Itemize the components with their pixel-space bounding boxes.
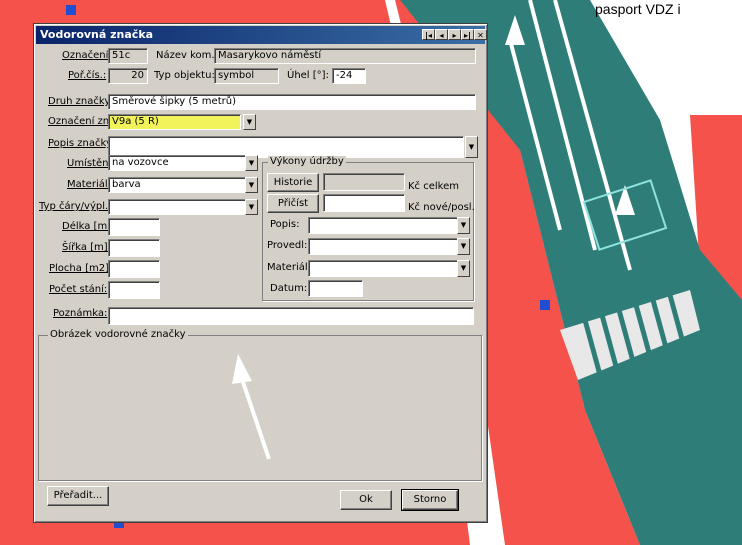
chevron-down-icon[interactable]: ▼	[245, 199, 258, 215]
delka-label: Délka [m]:	[62, 221, 115, 232]
vodorovna-znacka-dialog: Vodorovná značka |◂ ◂ ▸ ▸| ✕ Označení: 5…	[33, 23, 488, 523]
poznamka-field[interactable]	[108, 307, 474, 325]
vykony-material-select[interactable]	[308, 260, 458, 277]
vykony-datum-field[interactable]	[308, 280, 363, 297]
material-select[interactable]: barva	[108, 177, 246, 193]
pocet-stani-field[interactable]	[108, 281, 160, 299]
kc-celkem-field[interactable]	[323, 173, 405, 191]
dialog-title: Vodorovná značka	[40, 28, 154, 41]
vykony-popis-select[interactable]	[308, 217, 458, 234]
uhel-field[interactable]: -24	[332, 68, 366, 84]
material-label: Materiál:	[67, 179, 111, 190]
chevron-down-icon[interactable]: ▼	[457, 260, 470, 277]
map-marker-3	[66, 5, 76, 15]
chevron-down-icon[interactable]: ▼	[245, 177, 258, 193]
popis-znacky-label: Popis značky:	[48, 138, 115, 149]
sirka-field[interactable]	[108, 239, 160, 257]
nazev-label: Název kom.:	[156, 50, 218, 61]
vykony-provedl-label: Provedl:	[267, 240, 308, 251]
chevron-down-icon[interactable]: ▼	[243, 114, 256, 130]
dialog-titlebar: Vodorovná značka |◂ ◂ ▸ ▸| ✕	[36, 26, 487, 44]
vykony-material-label: Materiál:	[267, 262, 311, 273]
vykony-provedl-select[interactable]	[308, 238, 458, 255]
umisteni-select[interactable]: na vozovce	[108, 155, 246, 171]
historie-button[interactable]: Historie	[267, 173, 319, 192]
map-marker-2	[540, 300, 550, 310]
poznamka-label: Poznámka:	[53, 308, 108, 319]
plocha-field[interactable]	[108, 260, 160, 278]
kc-nove-field[interactable]	[323, 194, 405, 212]
chevron-down-icon[interactable]: ▼	[457, 238, 470, 255]
storno-button[interactable]: Storno	[401, 489, 459, 511]
typ-cary-label: Typ čáry/výpl.:	[39, 201, 112, 212]
pocet-stani-label: Počet stání:	[49, 284, 108, 295]
typ-objektu-label: Typ objektu:	[154, 70, 215, 81]
por-cis-label: Poř.čís.:	[68, 70, 107, 81]
ok-button[interactable]: Ok	[340, 490, 392, 510]
last-record-icon[interactable]: ▸|	[461, 29, 474, 40]
plocha-label: Plocha [m2]:	[49, 263, 113, 274]
kc-celkem-label: Kč celkem	[408, 181, 459, 192]
oznaceni-field[interactable]: 51c	[108, 48, 148, 64]
druh-znacky-field[interactable]: Směrové šipky (5 metrů)	[108, 94, 476, 110]
pricist-button[interactable]: Přičíst	[267, 194, 319, 213]
delka-field[interactable]	[108, 218, 160, 236]
uhel-label: Úhel [°]:	[287, 70, 329, 81]
vykony-datum-label: Datum:	[270, 283, 308, 294]
next-record-icon[interactable]: ▸	[448, 29, 461, 40]
vykony-udrzby-title: Výkony údržby	[268, 156, 346, 168]
obrazek-title: Obrázek vodorovné značky	[48, 329, 188, 341]
chevron-down-icon[interactable]: ▼	[245, 155, 258, 171]
chevron-down-icon[interactable]: ▼	[457, 217, 470, 234]
preradit-button[interactable]: Přeřadit...	[47, 486, 109, 506]
por-cis-field[interactable]: 20	[108, 68, 148, 84]
typ-objektu-field[interactable]: symbol	[214, 68, 279, 84]
chevron-down-icon[interactable]: ▼	[465, 136, 478, 158]
typ-cary-select[interactable]	[108, 199, 246, 215]
header-fragment: pasport VDZ i	[595, 1, 681, 17]
druh-znacky-label: Druh značky:	[48, 96, 113, 107]
nazev-field[interactable]: Masarykovo náměstí	[214, 48, 476, 64]
oznaceni-zn-label: Označení zn.:	[48, 116, 116, 127]
oznaceni-label: Označení:	[62, 50, 112, 61]
sirka-label: Šířka [m]:	[62, 242, 112, 253]
close-icon[interactable]: ✕	[474, 29, 487, 40]
first-record-icon[interactable]: |◂	[422, 29, 435, 40]
oznaceni-zn-select[interactable]: V9a (5 R)	[108, 114, 241, 130]
vykony-popis-label: Popis:	[270, 219, 300, 230]
prev-record-icon[interactable]: ◂	[435, 29, 448, 40]
kc-nove-label: Kč nové/posl.	[408, 202, 475, 213]
arrow-icon	[232, 354, 271, 460]
